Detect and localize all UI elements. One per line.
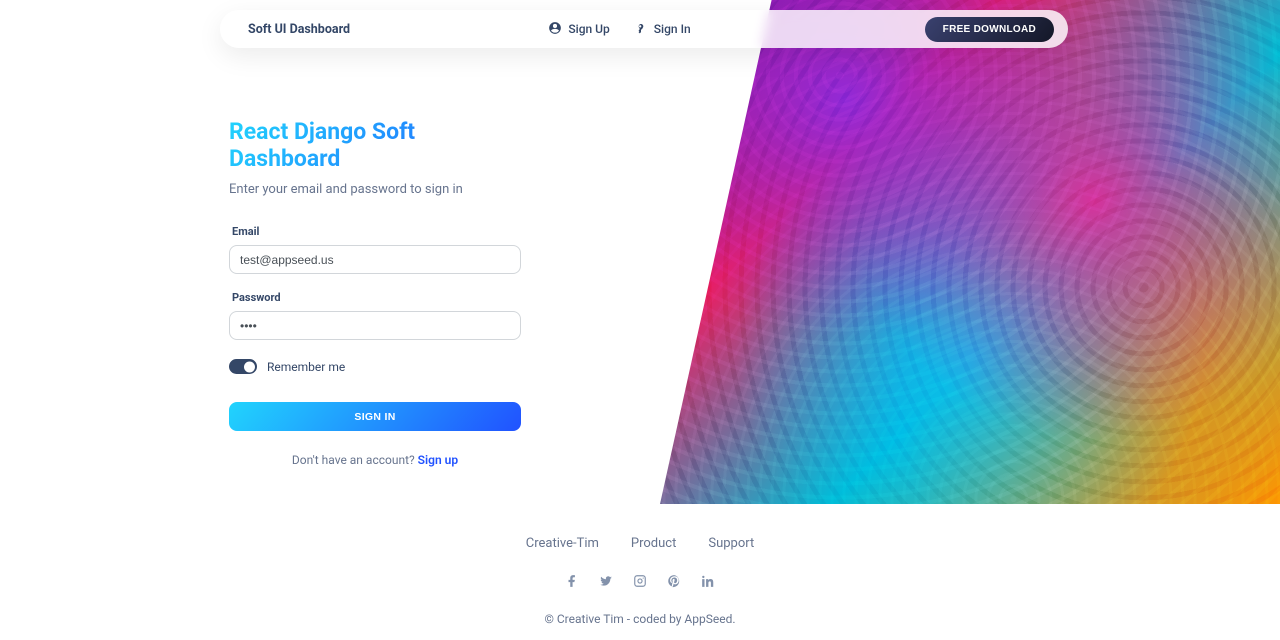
footer: Creative-Tim Product Support © Creative …: [0, 536, 1280, 626]
pinterest-icon[interactable]: [667, 573, 681, 592]
free-download-button[interactable]: FREE DOWNLOAD: [925, 17, 1054, 42]
signin-panel: React Django Soft Dashboard Enter your e…: [229, 118, 529, 467]
user-circle-icon: [548, 21, 562, 38]
password-input[interactable]: [229, 311, 521, 340]
nav-signin[interactable]: Sign In: [634, 21, 691, 38]
top-nav: Soft UI Dashboard Sign Up Sign In FREE D…: [220, 10, 1068, 48]
brand-title: Soft UI Dashboard: [248, 22, 350, 37]
remember-label: Remember me: [267, 360, 345, 374]
footer-link-support[interactable]: Support: [708, 536, 754, 551]
facebook-icon[interactable]: [565, 573, 579, 592]
signup-prompt: Don't have an account? Sign up: [229, 453, 521, 467]
page-title: React Django Soft Dashboard: [229, 118, 529, 172]
nav-signup-label: Sign Up: [568, 22, 609, 36]
email-input[interactable]: [229, 245, 521, 274]
key-icon: [634, 21, 648, 38]
signin-button[interactable]: SIGN IN: [229, 402, 521, 431]
password-label: Password: [232, 291, 529, 304]
signup-prompt-text: Don't have an account?: [292, 453, 418, 467]
nav-signup[interactable]: Sign Up: [548, 21, 609, 38]
email-label: Email: [232, 225, 529, 238]
signup-link[interactable]: Sign up: [418, 453, 458, 467]
copyright-text: © Creative Tim - coded by AppSeed.: [0, 612, 1280, 626]
nav-signin-label: Sign In: [654, 22, 691, 36]
page-subtitle: Enter your email and password to sign in: [229, 182, 529, 197]
hero-image: [660, 0, 1280, 504]
instagram-icon[interactable]: [633, 573, 647, 592]
remember-toggle[interactable]: [229, 359, 257, 374]
footer-link-product[interactable]: Product: [631, 536, 676, 551]
linkedin-icon[interactable]: [701, 573, 715, 592]
twitter-icon[interactable]: [599, 573, 613, 592]
footer-link-creative-tim[interactable]: Creative-Tim: [526, 536, 599, 551]
